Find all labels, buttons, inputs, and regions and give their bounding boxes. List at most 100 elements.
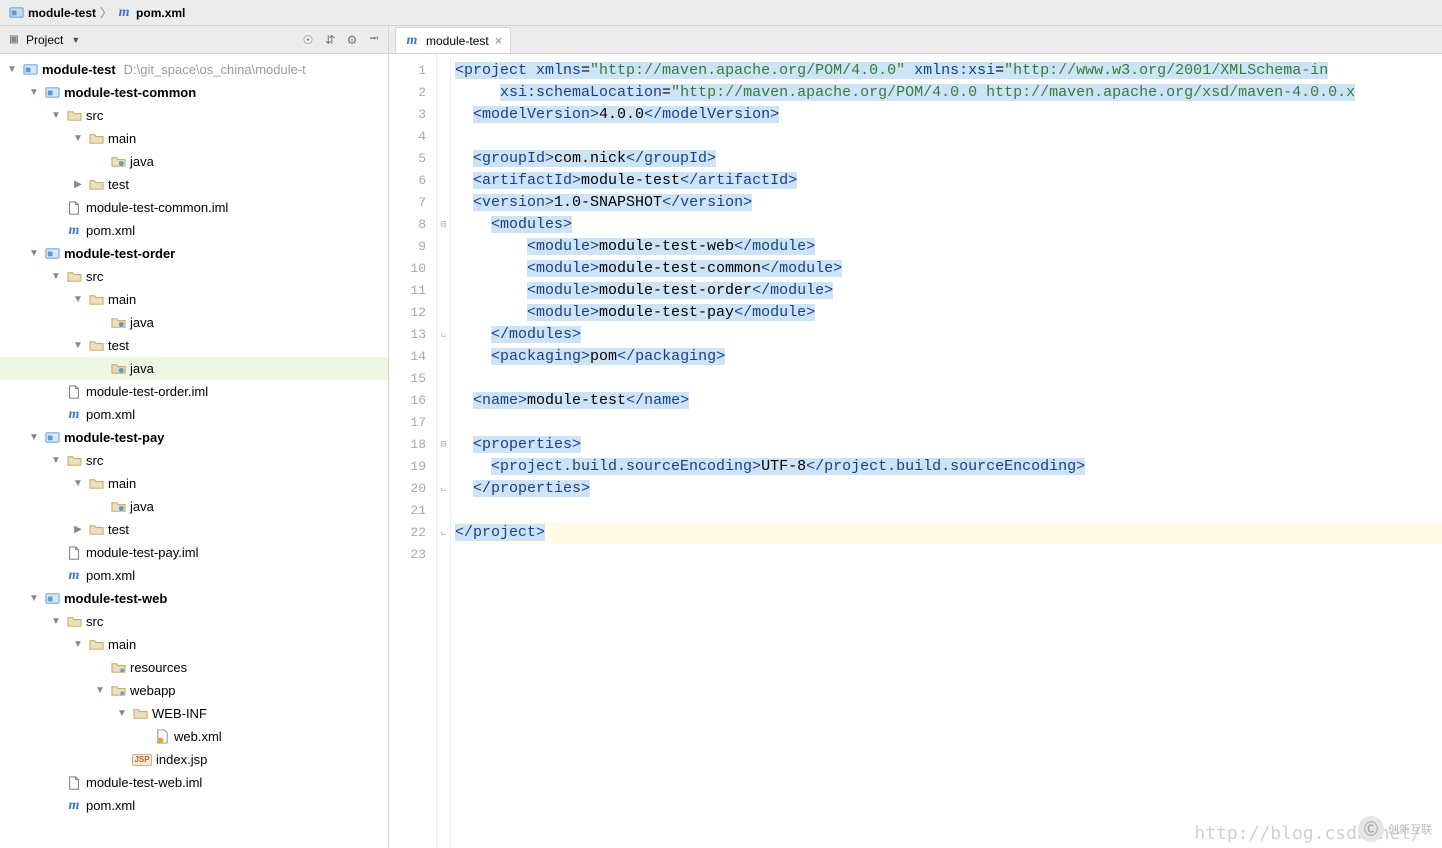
code-line[interactable]: <module>module-test-common</module> [455, 258, 1442, 280]
tree-node[interactable]: ▶ test [0, 173, 388, 196]
expand-arrow-icon[interactable]: ▼ [72, 639, 84, 650]
tree-node[interactable]: ▼webapp [0, 679, 388, 702]
expand-arrow-icon[interactable]: ▼ [50, 455, 62, 466]
code-line[interactable]: </properties> [455, 478, 1442, 500]
tree-node[interactable]: ▶mpom.xml [0, 794, 388, 817]
expand-arrow-icon[interactable]: ▼ [116, 708, 128, 719]
expand-arrow-icon[interactable]: ▶ [72, 524, 84, 535]
code-line[interactable]: <module>module-test-order</module> [455, 280, 1442, 302]
code-line[interactable]: <version>1.0-SNAPSHOT</version> [455, 192, 1442, 214]
code-line[interactable]: <packaging>pom</packaging> [455, 346, 1442, 368]
tree-node[interactable]: ▶module-test-order.iml [0, 380, 388, 403]
folder-icon [88, 637, 104, 653]
tree-node[interactable]: ▼src [0, 104, 388, 127]
tree-node[interactable]: ▼module-testD:\git_space\os_china\module… [0, 58, 388, 81]
code-line[interactable]: <module>module-test-web</module> [455, 236, 1442, 258]
code-line[interactable]: <groupId>com.nick</groupId> [455, 148, 1442, 170]
gear-icon[interactable]: ⚙ [344, 32, 360, 48]
tree-node[interactable]: ▶module-test-web.iml [0, 771, 388, 794]
tree-node[interactable]: ▶java [0, 150, 388, 173]
tree-node[interactable]: ▼ src [0, 265, 388, 288]
project-sidebar: ▣ Project ▼ ☉ ⇵ ⚙ ⭲ ▼module-testD:\git_s… [0, 26, 389, 848]
tree-node[interactable]: ▶resources [0, 656, 388, 679]
tree-node[interactable]: ▶mpom.xml [0, 564, 388, 587]
expand-arrow-icon[interactable]: ▼ [72, 133, 84, 144]
code-line[interactable]: <module>module-test-pay</module> [455, 302, 1442, 324]
tree-node[interactable]: ▼main [0, 288, 388, 311]
sidebar-title[interactable]: Project ▼ [26, 33, 80, 47]
code-line[interactable]: <name>module-test</name> [455, 390, 1442, 412]
code-line[interactable]: <modelVersion>4.0.0</modelVersion> [455, 104, 1442, 126]
code-line[interactable] [455, 126, 1442, 148]
code-line[interactable]: <properties> [455, 434, 1442, 456]
tree-node-label: src [86, 269, 103, 284]
code-line[interactable]: <modules> [455, 214, 1442, 236]
tree-node[interactable]: ▼module-test-web [0, 587, 388, 610]
fold-column: ⊟⌐⊟⌐⌐ [437, 54, 451, 848]
code-line[interactable]: <project.build.sourceEncoding>UTF-8</pro… [455, 456, 1442, 478]
folder-icon [88, 131, 104, 147]
code-line[interactable] [455, 544, 1442, 566]
tree-node[interactable]: ▼src [0, 449, 388, 472]
collapse-icon[interactable]: ⇵ [322, 32, 338, 48]
expand-arrow-icon[interactable]: ▼ [28, 248, 40, 259]
code-line[interactable]: </project> [455, 522, 1442, 544]
tree-node-label: java [130, 499, 154, 514]
expand-arrow-icon[interactable]: ▼ [94, 685, 106, 696]
expand-arrow-icon[interactable]: ▶ [72, 179, 84, 190]
expand-arrow-icon[interactable]: ▼ [50, 271, 62, 282]
code-line[interactable]: </modules> [455, 324, 1442, 346]
editor-tab[interactable]: m module-test × [395, 27, 511, 53]
tree-node[interactable]: ▼test [0, 334, 388, 357]
tree-node[interactable]: ▶java [0, 495, 388, 518]
tree-node[interactable]: ▶mpom.xml [0, 403, 388, 426]
breadcrumb-item-file[interactable]: m pom.xml [116, 5, 185, 21]
tree-node-label: pom.xml [86, 798, 135, 813]
tree-node[interactable]: ▶test [0, 518, 388, 541]
tree-node[interactable]: ▼ module-test-order [0, 242, 388, 265]
expand-arrow-icon[interactable]: ▼ [50, 110, 62, 121]
breadcrumb-separator: 〉 [100, 4, 112, 21]
hide-icon[interactable]: ⭲ [366, 32, 382, 48]
code-line[interactable]: xsi:schemaLocation="http://maven.apache.… [455, 82, 1442, 104]
code-line[interactable] [455, 500, 1442, 522]
tree-node[interactable]: ▶web.xml [0, 725, 388, 748]
code-line[interactable]: <artifactId>module-test</artifactId> [455, 170, 1442, 192]
tree-node[interactable]: ▼main [0, 633, 388, 656]
tree-node-label: module-test-order [64, 246, 175, 261]
expand-arrow-icon[interactable]: ▼ [72, 340, 84, 351]
sidebar-header: ▣ Project ▼ ☉ ⇵ ⚙ ⭲ [0, 26, 388, 54]
tree-node[interactable]: ▼src [0, 610, 388, 633]
expand-arrow-icon[interactable]: ▼ [6, 64, 18, 75]
code-area[interactable]: 1234567891011121314151617181920212223 ⊟⌐… [389, 54, 1442, 848]
tree-node-label: test [108, 177, 129, 192]
close-icon[interactable]: × [495, 33, 503, 48]
expand-arrow-icon[interactable]: ▼ [28, 87, 40, 98]
breadcrumb-item-root[interactable]: module-test [8, 5, 96, 21]
module-icon [44, 85, 60, 101]
code-line[interactable] [455, 412, 1442, 434]
code-line[interactable] [455, 368, 1442, 390]
tree-node[interactable]: ▶module-test-common.iml [0, 196, 388, 219]
tree-node[interactable]: ▼module-test-pay [0, 426, 388, 449]
tree-node[interactable]: ▶mpom.xml [0, 219, 388, 242]
expand-arrow-icon[interactable]: ▼ [28, 593, 40, 604]
tree-node[interactable]: ▶java [0, 357, 388, 380]
code-line[interactable]: <project xmlns="http://maven.apache.org/… [455, 60, 1442, 82]
tree-node[interactable]: ▼WEB-INF [0, 702, 388, 725]
tree-node[interactable]: ▼module-test-common [0, 81, 388, 104]
project-tree[interactable]: ▼module-testD:\git_space\os_china\module… [0, 54, 388, 848]
tree-node[interactable]: ▼main [0, 472, 388, 495]
tree-node[interactable]: ▶module-test-pay.iml [0, 541, 388, 564]
project-icon: ▣ [6, 32, 22, 48]
tree-node[interactable]: ▶JSPindex.jsp [0, 748, 388, 771]
expand-arrow-icon[interactable]: ▼ [72, 478, 84, 489]
module-icon [44, 430, 60, 446]
code-lines[interactable]: <project xmlns="http://maven.apache.org/… [451, 54, 1442, 848]
expand-arrow-icon[interactable]: ▼ [28, 432, 40, 443]
target-icon[interactable]: ☉ [300, 32, 316, 48]
tree-node[interactable]: ▶java [0, 311, 388, 334]
tree-node[interactable]: ▼main [0, 127, 388, 150]
expand-arrow-icon[interactable]: ▼ [72, 294, 84, 305]
expand-arrow-icon[interactable]: ▼ [50, 616, 62, 627]
